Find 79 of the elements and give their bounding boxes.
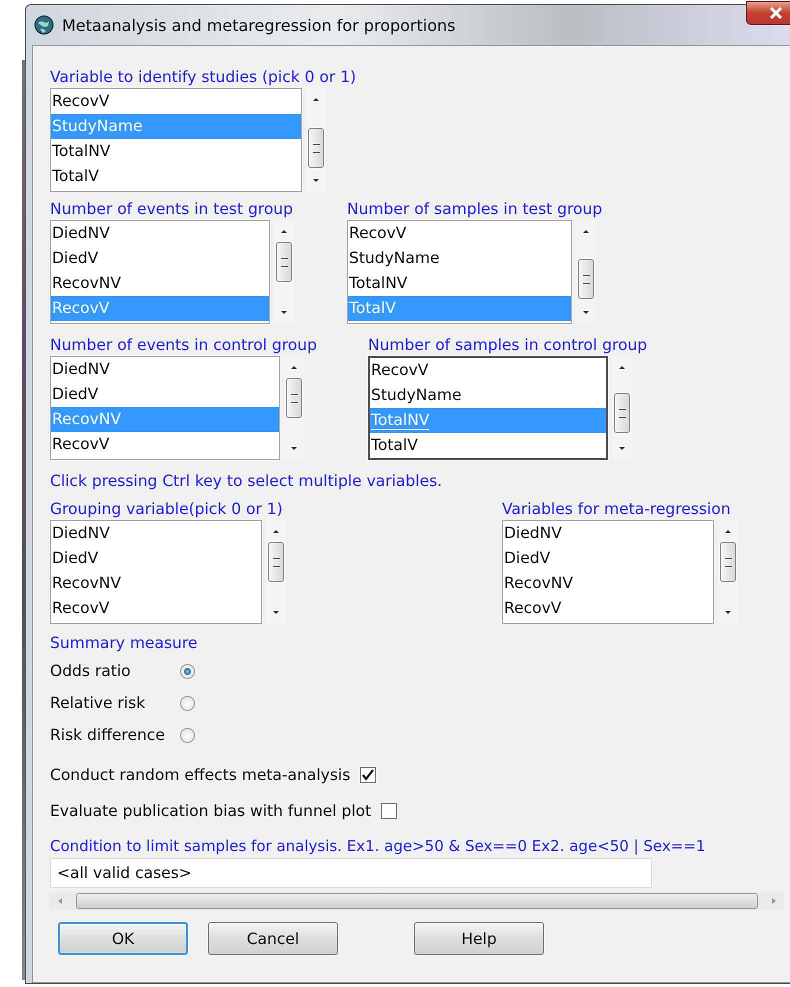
scroll-up-icon[interactable] [311, 96, 321, 102]
list-item[interactable]: RecovV [51, 89, 301, 114]
list-label: Grouping variable(pick 0 or 1) [50, 500, 284, 518]
radio-button[interactable] [180, 696, 195, 710]
variable-list[interactable]: DiedNV DiedV RecovNV RecovV [50, 356, 280, 460]
variable-list[interactable]: DiedNV DiedV RecovNV RecovV [50, 520, 262, 624]
close-icon [769, 7, 783, 19]
list-item[interactable]: DiedV [51, 546, 261, 571]
scroll-up-icon[interactable] [581, 228, 591, 234]
variable-list[interactable]: DiedNV DiedV RecovNV RecovV [502, 520, 714, 624]
scroll-up-icon[interactable] [617, 364, 627, 370]
list-item[interactable]: RecovV [348, 221, 571, 246]
vertical-scrollbar[interactable] [718, 520, 738, 624]
list-item[interactable]: TotalNV [51, 139, 301, 164]
list-item[interactable]: TotalV [51, 164, 301, 189]
variable-list[interactable]: RecovV StudyName TotalNV TotalV [368, 356, 608, 460]
vertical-scrollbar[interactable] [576, 220, 596, 324]
dialog-button[interactable]: OK [58, 922, 188, 955]
variable-list[interactable]: DiedNV DiedV RecovNV RecovV [50, 220, 270, 324]
dialog-button[interactable]: Help [414, 922, 544, 955]
list-label: Number of events in control group [50, 336, 318, 354]
list-label: Number of events in test group [50, 200, 294, 218]
scroll-up-icon[interactable] [723, 528, 733, 534]
list-item[interactable]: RecovNV [503, 571, 713, 596]
list-item[interactable]: DiedV [51, 246, 269, 271]
condition-label: Condition to limit samples for analysis. Ex1. age>50 & Sex==0 Ex2. age<50 | Sex==1 [50, 837, 706, 855]
list-item[interactable]: RecovV [51, 596, 261, 621]
list-item[interactable]: RecovNV [51, 271, 269, 296]
list-item[interactable]: TotalV [370, 433, 606, 458]
window-title: Metaanalysis and metaregression for proportions [62, 16, 456, 34]
list-label: Number of samples in test group [347, 200, 602, 218]
list-item[interactable]: DiedNV [51, 221, 269, 246]
condition-field[interactable]: <all valid cases> [50, 858, 652, 888]
list-label: Number of samples in control group [368, 336, 648, 354]
list-item[interactable]: StudyName [370, 383, 606, 408]
scroll-up-icon[interactable] [279, 228, 289, 234]
list-item[interactable]: DiedNV [51, 357, 279, 382]
radio-button[interactable] [180, 664, 195, 678]
scroll-down-icon[interactable] [271, 610, 281, 616]
scroll-down-icon[interactable] [311, 178, 321, 184]
scroll-down-icon[interactable] [617, 446, 627, 452]
checkbox-label: Conduct random effects meta-analysis [50, 766, 350, 784]
variable-list[interactable]: RecovV StudyName TotalNV TotalV [50, 88, 302, 192]
vertical-scrollbar[interactable] [266, 520, 286, 624]
vertical-scrollbar[interactable] [306, 88, 326, 192]
list-item[interactable]: DiedNV [51, 521, 261, 546]
dialog-button[interactable]: Cancel [208, 922, 338, 955]
scroll-down-icon[interactable] [581, 310, 591, 316]
list-item[interactable]: DiedV [51, 382, 279, 407]
checkbox[interactable] [381, 803, 398, 819]
list-item[interactable]: StudyName [348, 246, 571, 271]
checkbox[interactable] [360, 767, 376, 783]
variable-list[interactable]: RecovV StudyName TotalNV TotalV [347, 220, 572, 324]
scroll-up-icon[interactable] [271, 528, 281, 534]
radio-label: Risk difference [50, 726, 166, 744]
vertical-scrollbar[interactable] [274, 220, 294, 324]
scroll-down-icon[interactable] [723, 610, 733, 616]
vertical-scrollbar[interactable] [284, 356, 304, 460]
list-item[interactable]: RecovV [503, 596, 713, 621]
scroll-down-icon[interactable] [289, 446, 299, 452]
list-item[interactable]: RecovV [370, 358, 606, 383]
radio-label: Relative risk [50, 694, 146, 712]
radio-button[interactable] [180, 728, 195, 742]
scroll-down-icon[interactable] [279, 310, 289, 316]
checkbox-label: Evaluate publication bias with funnel plot [50, 802, 372, 820]
close-button[interactable] [746, 1, 790, 25]
radio-label: Odds ratio [50, 662, 132, 680]
list-item[interactable]: DiedNV [503, 521, 713, 546]
list-label: Variables for meta-regression [502, 500, 732, 518]
list-item[interactable]: TotalNV [348, 271, 571, 296]
section-label: Summary measure [50, 634, 198, 652]
hint-text: Click pressing Ctrl key to select multiple variables. [50, 472, 444, 490]
list-item[interactable]: DiedV [503, 546, 713, 571]
vertical-scrollbar[interactable] [612, 356, 632, 460]
list-item[interactable]: RecovV [51, 432, 279, 457]
scroll-up-icon[interactable] [289, 364, 299, 370]
list-item[interactable]: RecovNV [51, 571, 261, 596]
globe-icon [34, 15, 54, 35]
list-label: Variable to identify studies (pick 0 or 1) [50, 68, 356, 86]
